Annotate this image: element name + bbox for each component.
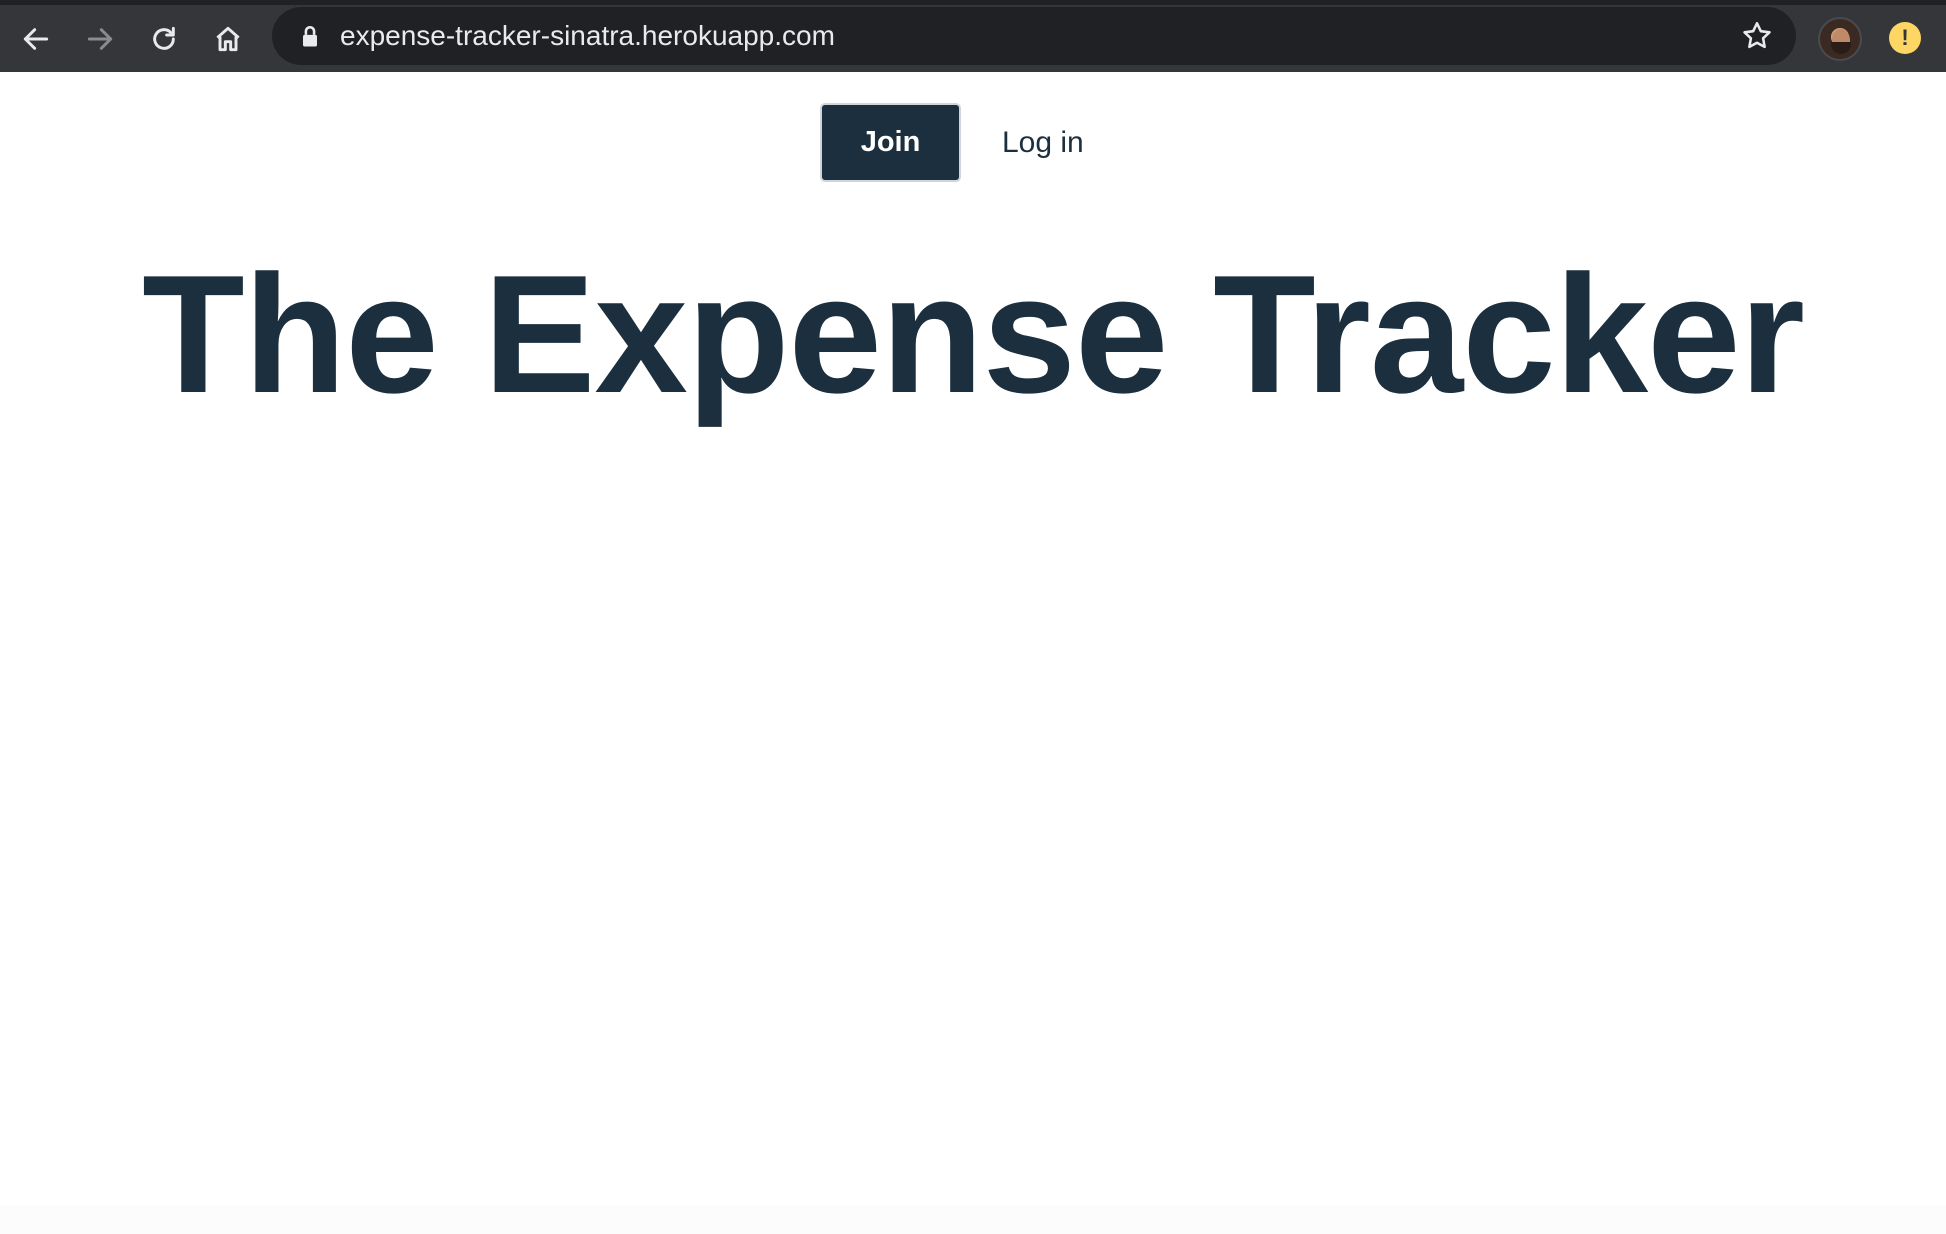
lock-icon (303, 25, 317, 47)
url-text[interactable]: expense-tracker-sinatra.herokuapp.com (340, 7, 835, 65)
forward-button[interactable] (76, 15, 124, 63)
home-button[interactable] (204, 15, 252, 63)
join-button[interactable]: Join (820, 103, 961, 182)
browser-toolbar: expense-tracker-sinatra.herokuapp.com ! (0, 0, 1946, 72)
reload-button[interactable] (140, 15, 188, 63)
login-link[interactable]: Log in (1002, 126, 1084, 160)
address-bar[interactable]: expense-tracker-sinatra.herokuapp.com (272, 7, 1796, 65)
back-button[interactable] (12, 15, 60, 63)
home-icon (216, 26, 240, 52)
alert-icon[interactable]: ! (1889, 22, 1921, 54)
page-footer-strip (0, 1206, 1946, 1234)
alert-glyph: ! (1901, 25, 1909, 50)
top-nav: Join Log in (820, 103, 1084, 182)
arrow-right-icon (87, 28, 113, 50)
star-icon[interactable] (1740, 19, 1774, 53)
avatar-beard (1831, 42, 1851, 54)
avatar[interactable] (1818, 17, 1862, 61)
arrow-left-icon (23, 28, 49, 50)
page-title: The Expense Tracker (142, 240, 1805, 428)
reload-icon (153, 26, 175, 50)
page-content: Join Log in The Expense Tracker (0, 72, 1946, 1234)
